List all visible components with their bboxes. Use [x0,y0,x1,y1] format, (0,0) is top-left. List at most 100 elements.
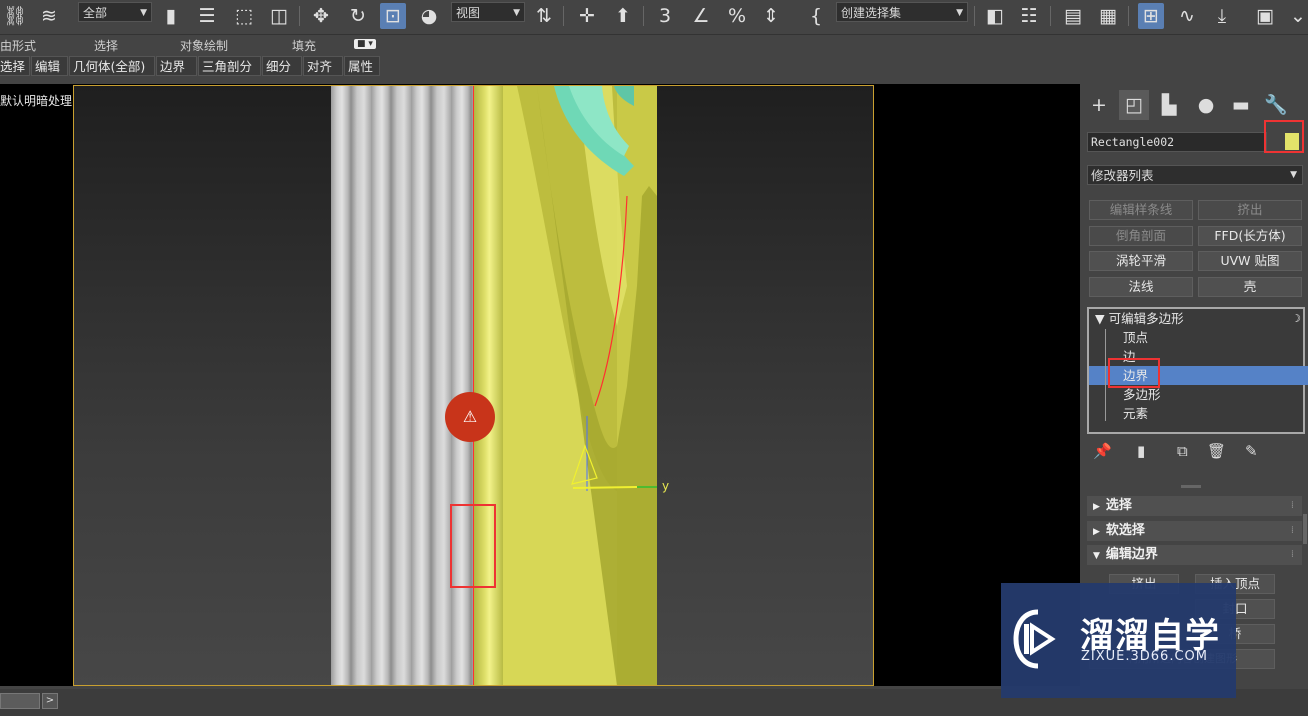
stack-toolbar: 📌 ▮ ⧉ 🗑 ✎ [1089,442,1304,466]
shell-button[interactable]: 壳 [1198,277,1302,297]
axis-y-label: y [662,479,670,493]
subtab-geometry-all[interactable]: 几何体(全部) [69,56,155,76]
stack-root-label: 可编辑多边形 [1108,311,1184,326]
lightbulb-icon[interactable]: ☽ [1291,309,1301,328]
display-tab-icon[interactable]: ▬ [1226,90,1256,120]
collapse-triangle-icon: ▼ [1093,551,1100,561]
window-crossing-icon[interactable]: ◫ [266,3,292,29]
select-by-name-icon[interactable]: ☰ [194,3,220,29]
move-icon[interactable]: ✥ [308,3,334,29]
mirror-icon[interactable]: ◧ [982,3,1008,29]
edit-named-selection-icon[interactable]: { [803,3,829,29]
highlight-box [1264,120,1304,153]
selection-filter-value: 全部 [83,6,108,20]
angle-snap-icon[interactable]: ∠ [688,3,714,29]
scale-icon[interactable]: ⊡ [380,3,406,29]
subtab-edit[interactable]: 编辑 [31,56,68,76]
time-slider-thumb[interactable] [0,693,40,709]
rect-selection-icon[interactable]: ⬚ [231,3,257,29]
stack-item-label: 元素 [1123,406,1149,421]
create-tab-icon[interactable]: + [1084,90,1114,120]
material-editor-icon[interactable]: ▣ [1252,3,1278,29]
layer-explorer-icon[interactable]: ▤ [1060,3,1086,29]
subtab-select[interactable]: 选择 [0,56,30,76]
chevron-down-icon: ▼ [1290,170,1297,180]
teal-molding-geometry [554,86,634,176]
snap-toggle-icon[interactable]: 3 [652,3,678,29]
chevron-down-icon[interactable]: ⌄ [1288,3,1308,29]
spinner-snap-icon[interactable]: ⇕ [758,3,784,29]
tree-line [1105,329,1106,421]
ribbon-bar: 由形式 选择 对象绘制 填充 ■ ▾ [0,35,1308,55]
expand-triangle-icon: ▶ [1093,502,1100,512]
chevron-down-icon: ▼ [956,8,963,18]
named-selection-set-dropdown[interactable]: 创建选择集 ▼ [836,2,968,22]
keyboard-shortcut-icon[interactable]: ⬆ [610,3,636,29]
panel-scrollbar[interactable] [1303,514,1307,544]
utilities-tab-icon[interactable]: 🔧 [1261,90,1291,120]
delete-modifier-icon[interactable]: 🗑 [1207,442,1226,460]
link-icon[interactable]: ⛓ [2,3,28,29]
scene-explorer-icon[interactable]: ▦ [1095,3,1121,29]
bevel-profile-button[interactable]: 倒角剖面 [1089,226,1193,246]
uvw-map-button[interactable]: UVW 贴图 [1198,251,1302,271]
motion-tab-icon[interactable]: ● [1191,90,1221,120]
toolbar-divider [643,6,644,26]
rotate-icon[interactable]: ↻ [345,3,371,29]
modify-tab-icon[interactable]: ◰ [1119,90,1149,120]
normal-button[interactable]: 法线 [1089,277,1193,297]
subtab-align[interactable]: 对齐 [303,56,343,76]
edit-spline-button[interactable]: 编辑样条线 [1089,200,1193,220]
ribbon-tab-selection[interactable]: 选择 [94,37,118,54]
ribbon-tab-freeform[interactable]: 由形式 [0,37,36,54]
warning-triangle-icon: ⚠ [462,407,478,426]
stack-root-editable-poly[interactable]: ▼ 可编辑多边形 ☽ [1089,309,1308,328]
schematic-view-icon[interactable]: ⤓ [1209,3,1235,29]
toggle-ribbon-icon[interactable]: ⊞ [1138,3,1164,29]
percent-snap-icon[interactable]: % [724,3,750,29]
perspective-viewport[interactable]: ⚠ y [73,85,874,686]
selected-border-line [473,86,474,685]
viewport-shading-label[interactable]: 默认明暗处理 ] [0,92,81,109]
pivot-center-icon[interactable]: ⇅ [531,3,557,29]
rollout-selection[interactable]: ▶ 选择 ⁞ [1087,496,1302,516]
ffd-box-button[interactable]: FFD(长方体) [1198,226,1302,246]
turbosmooth-button[interactable]: 涡轮平滑 [1089,251,1193,271]
rollout-title: 选择 [1105,498,1132,513]
reference-coord-dropdown[interactable]: 视图 ▼ [451,2,525,22]
select-manipulate-icon[interactable]: ✛ [574,3,600,29]
wood-texture-panel [331,86,477,685]
select-object-icon[interactable]: ▮ [158,3,184,29]
collapse-triangle-icon: ▼ [1095,311,1109,326]
ribbon-tab-populate[interactable]: 填充 [292,37,316,54]
place-icon[interactable]: ◕ [416,3,442,29]
stack-item-vertex[interactable]: 顶点 [1089,328,1308,347]
stack-item-label: 顶点 [1123,330,1149,345]
chevron-down-icon: ▼ [513,8,520,18]
curve-editor-icon[interactable]: ∿ [1174,3,1200,29]
object-name-field[interactable]: Rectangle002 [1087,132,1267,152]
rollout-edit-borders[interactable]: ▼ 编辑边界 ⁞ [1087,545,1302,565]
hierarchy-tab-icon[interactable]: ▙ [1154,90,1184,120]
extrude-button[interactable]: 挤出 [1198,200,1302,220]
main-toolbar: ⛓ ≋ 全部 ▼ ▮ ☰ ⬚ ◫ ✥ ↻ ⊡ ◕ 视图 ▼ ⇅ ✛ ⬆ 3 ∠ % … [0,0,1308,35]
configure-sets-icon[interactable]: ✎ [1245,442,1258,460]
make-unique-icon[interactable]: ⧉ [1177,442,1188,460]
rollout-soft-selection[interactable]: ▶ 软选择 ⁞ [1087,521,1302,541]
subtab-properties[interactable]: 属性 [344,56,380,76]
subtab-subdivide[interactable]: 细分 [262,56,302,76]
show-end-result-icon[interactable]: ▮ [1137,442,1145,460]
toolbar-divider [974,6,975,26]
ribbon-tab-object-paint[interactable]: 对象绘制 [180,37,228,54]
modifier-list-dropdown[interactable]: 修改器列表 ▼ [1087,165,1303,185]
pin-stack-icon[interactable]: 📌 [1093,442,1112,460]
stack-item-element[interactable]: 元素 [1089,404,1308,423]
selection-filter-dropdown[interactable]: 全部 ▼ [78,2,152,22]
subtab-border[interactable]: 边界 [156,56,197,76]
chevron-right-icon[interactable]: > [42,693,58,709]
ribbon-menu-icon[interactable]: ■ ▾ [354,39,376,49]
align-icon[interactable]: ☷ [1016,3,1042,29]
subtab-triangulate[interactable]: 三角剖分 [198,56,261,76]
toolbar-divider [1128,6,1129,26]
bind-spacewarp-icon[interactable]: ≋ [36,3,62,29]
